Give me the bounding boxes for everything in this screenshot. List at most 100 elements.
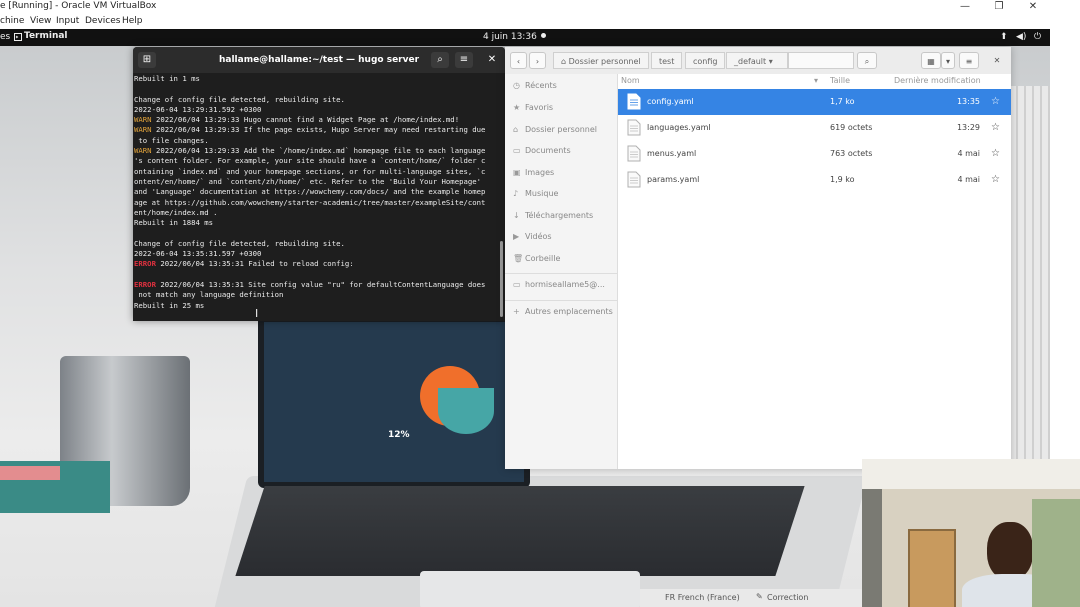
menu-view[interactable]: View bbox=[30, 16, 51, 26]
document-icon: ▭ bbox=[513, 146, 521, 155]
file-size: 1,9 ko bbox=[830, 175, 855, 184]
file-modified: 13:29 bbox=[956, 123, 980, 132]
volume-icon[interactable]: ◀) bbox=[1016, 32, 1026, 42]
breadcrumb-default[interactable]: _default ▾ bbox=[726, 52, 788, 69]
breadcrumb-home[interactable]: ⌂ Dossier personnel bbox=[553, 52, 649, 69]
sort-chevron-icon[interactable]: ▾ bbox=[814, 76, 818, 85]
terminal-line: 2022-06-04 13:29:31.592 +0300 bbox=[134, 105, 498, 115]
terminal-line: ERROR 2022/06/04 13:35:31 Site config va… bbox=[134, 280, 498, 290]
menu-devices[interactable]: Devices bbox=[85, 16, 120, 26]
sidebar-separator bbox=[505, 300, 617, 301]
breadcrumb-config[interactable]: config bbox=[685, 52, 726, 69]
file-row[interactable]: languages.yaml 619 octets 13:29 ☆ bbox=[618, 115, 1011, 141]
terminal-line-text: Rebuilt in 1884 ms bbox=[134, 218, 214, 228]
sidebar-item-autres-emplacements[interactable]: + Autres emplacements bbox=[513, 307, 613, 316]
terminal-line-text: Change of config file detected, rebuildi… bbox=[134, 94, 345, 104]
column-size[interactable]: Taille bbox=[830, 76, 850, 85]
terminal-line: Rebuilt in 1 ms bbox=[134, 74, 498, 84]
close-button[interactable]: ✕ bbox=[1019, 0, 1047, 14]
sidebar-item-t-l-chargements[interactable]: ↓ Téléchargements bbox=[513, 211, 593, 220]
wallpaper-touchpad bbox=[420, 571, 640, 607]
sidebar-item-corbeille[interactable]: 🗑 Corbeille bbox=[513, 254, 560, 263]
clock[interactable]: 4 juin 13:36 bbox=[483, 32, 537, 42]
text-file-icon bbox=[627, 93, 641, 110]
files-window[interactable]: ‹ › ⌂ Dossier personnel test config _def… bbox=[505, 47, 1011, 469]
maximize-button[interactable]: ❐ bbox=[985, 0, 1013, 14]
terminal-line: ontent/en/home/` and `content/zh/home/` … bbox=[134, 177, 498, 187]
terminal-line: not match any language definition bbox=[134, 290, 498, 300]
power-icon[interactable]: ⏻ bbox=[1034, 32, 1041, 42]
search-button[interactable]: ⌕ bbox=[857, 52, 877, 69]
files-headerbar: ‹ › ⌂ Dossier personnel test config _def… bbox=[505, 47, 1011, 75]
forward-button[interactable]: › bbox=[529, 52, 546, 69]
wallpaper-keyboard bbox=[235, 486, 805, 576]
hamburger-menu-icon[interactable]: ≡ bbox=[455, 52, 473, 68]
minimize-button[interactable]: — bbox=[951, 0, 979, 14]
terminal-line-text: and 'Language' documentation at https://… bbox=[134, 187, 486, 197]
menu-input[interactable]: Input bbox=[56, 16, 79, 26]
sidebar-item-hormiseallame5[interactable]: ▭ hormiseallame5@... bbox=[513, 280, 605, 289]
file-name: params.yaml bbox=[647, 175, 700, 184]
correction-button[interactable]: Correction bbox=[767, 593, 808, 602]
terminal-line-text: ent/home/index.md . bbox=[134, 207, 218, 217]
sidebar-item-r-cents[interactable]: ◷ Récents bbox=[513, 81, 557, 90]
view-options-chevron-icon[interactable]: ▾ bbox=[941, 52, 955, 69]
sidebar-item-favoris[interactable]: ★ Favoris bbox=[513, 103, 553, 112]
terminal-line-text: ontaining `index.md` and your homepage s… bbox=[134, 166, 486, 176]
star-icon[interactable]: ☆ bbox=[991, 174, 1000, 185]
terminal-line: WARN 2022/06/04 13:29:33 If the page exi… bbox=[134, 125, 498, 135]
file-modified: 4 mai bbox=[957, 175, 980, 184]
terminal-line-text: 2022-06-04 13:29:31.592 +0300 bbox=[134, 104, 262, 114]
terminal-line-text: 2022/06/04 13:29:33 If the page exists, … bbox=[151, 125, 486, 135]
text-cursor-icon: I bbox=[255, 307, 259, 320]
terminal-output[interactable]: Rebuilt in 1 ms Change of config file de… bbox=[134, 74, 498, 321]
column-name[interactable]: Nom bbox=[621, 76, 640, 85]
sidebar-item-documents[interactable]: ▭ Documents bbox=[513, 146, 571, 155]
terminal-window[interactable]: ⊞ hallame@hallame:~/test — hugo server ⌕… bbox=[133, 47, 505, 321]
app-menu-terminal[interactable]: Terminal bbox=[24, 31, 68, 41]
file-row[interactable]: config.yaml 1,7 ko 13:35 ☆ bbox=[618, 89, 1011, 115]
network-icon: ▭ bbox=[513, 280, 521, 289]
menu-machine[interactable]: chine bbox=[0, 16, 24, 26]
terminal-line-text: 's content folder. For example, your sit… bbox=[134, 156, 486, 166]
hamburger-menu-icon[interactable]: ≡ bbox=[959, 52, 979, 69]
file-name: languages.yaml bbox=[647, 123, 711, 132]
file-list: Nom ▾ Taille Dernière modification confi… bbox=[618, 74, 1011, 469]
keyboard-layout[interactable]: FR French (France) bbox=[665, 593, 740, 602]
warn-tag: WARN bbox=[134, 115, 152, 125]
breadcrumb-spacer bbox=[788, 52, 854, 69]
breadcrumb-test[interactable]: test bbox=[651, 52, 683, 69]
close-icon[interactable]: ✕ bbox=[483, 52, 501, 68]
terminal-line: and 'Language' documentation at https://… bbox=[134, 187, 498, 197]
sidebar-item-musique[interactable]: ♪ Musique bbox=[513, 189, 558, 198]
terminal-line: 's content folder. For example, your sit… bbox=[134, 156, 498, 166]
network-icon[interactable]: ⬆ bbox=[1000, 32, 1008, 42]
terminal-scrollbar[interactable] bbox=[500, 241, 503, 317]
star-icon[interactable]: ☆ bbox=[991, 122, 1000, 133]
terminal-line: age at https://github.com/wowchemy/start… bbox=[134, 198, 498, 208]
terminal-line-text: Rebuilt in 25 ms bbox=[134, 300, 205, 310]
grid-view-icon[interactable]: ▦ bbox=[921, 52, 941, 69]
activities-button[interactable]: es bbox=[0, 32, 10, 42]
sidebar-item-vid-os[interactable]: ▶ Vidéos bbox=[513, 232, 552, 241]
sidebar-item-dossier-personnel[interactable]: ⌂ Dossier personnel bbox=[513, 125, 597, 134]
file-row[interactable]: params.yaml 1,9 ko 4 mai ☆ bbox=[618, 167, 1011, 193]
column-modified[interactable]: Dernière modification bbox=[894, 76, 981, 85]
menu-help[interactable]: Help bbox=[122, 16, 143, 26]
close-icon[interactable]: ✕ bbox=[990, 52, 1004, 69]
star-icon: ★ bbox=[513, 103, 521, 112]
search-icon[interactable]: ⌕ bbox=[431, 52, 449, 68]
webcam-plant bbox=[1032, 499, 1080, 607]
text-file-icon bbox=[627, 171, 641, 188]
star-icon[interactable]: ☆ bbox=[991, 96, 1000, 107]
sidebar-item-images[interactable]: ▣ Images bbox=[513, 168, 554, 177]
star-icon[interactable]: ☆ bbox=[991, 148, 1000, 159]
file-row[interactable]: menus.yaml 763 octets 4 mai ☆ bbox=[618, 141, 1011, 167]
sidebar-item-label: Récents bbox=[525, 81, 557, 90]
window-title: e [Running] - Oracle VM VirtualBox bbox=[0, 1, 157, 11]
terminal-line: ERROR 2022/06/04 13:35:31 Failed to relo… bbox=[134, 259, 498, 269]
sidebar-item-label: Documents bbox=[525, 146, 571, 155]
back-button[interactable]: ‹ bbox=[510, 52, 527, 69]
